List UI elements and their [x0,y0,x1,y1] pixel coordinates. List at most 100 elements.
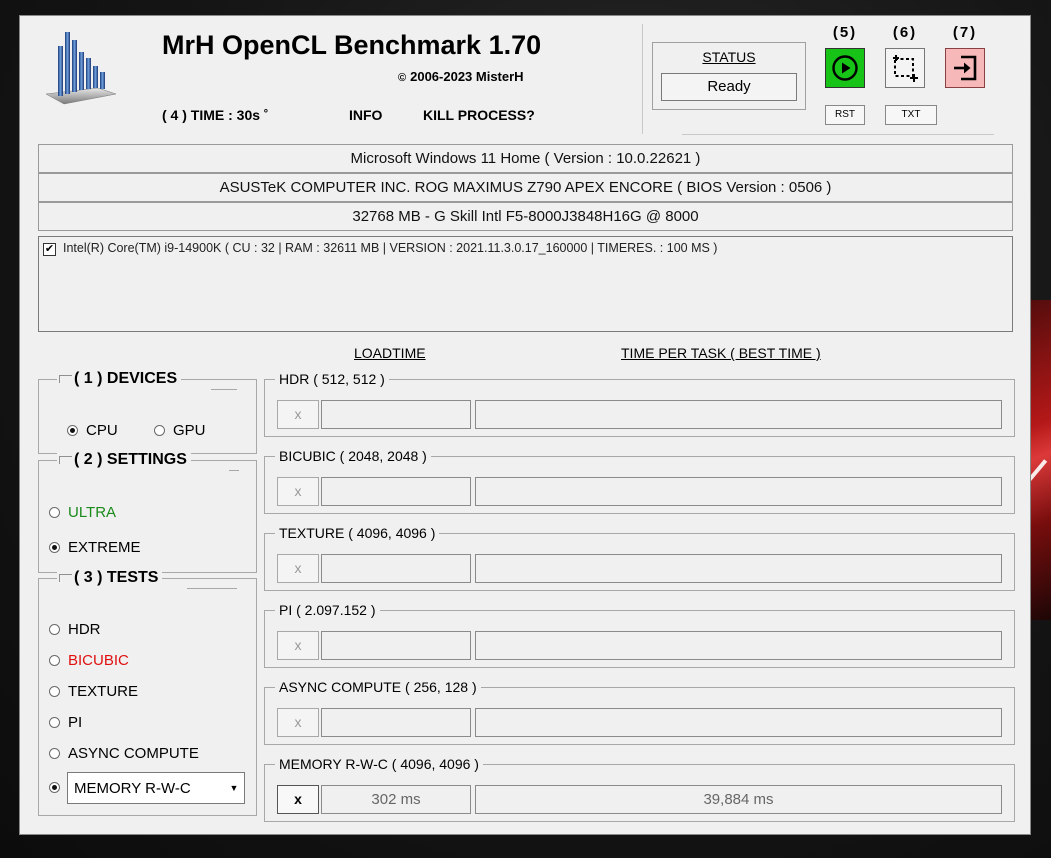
result-run-button[interactable]: x [277,477,319,506]
radio-dot [49,655,60,666]
result-run-button[interactable]: x [277,785,319,814]
chevron-down-icon: ▼ [229,783,239,793]
test-bicubic-label: BICUBIC [68,652,129,669]
setting-ultra-label: ULTRA [68,504,117,521]
result-pi: PI ( 2.097.152 ) x [264,602,1015,668]
result-time [475,400,1002,429]
result-title-line [405,379,1003,380]
result-title: TEXTURE ( 4096, 4096 ) [275,525,440,541]
test-radio-hdr[interactable]: HDR [49,621,101,638]
result-loadtime [321,708,471,737]
screenshot-shortcut-number: (6) [892,24,918,41]
time-menu[interactable]: ( 4 ) TIME : 30s ˚ [162,107,269,123]
devices-title: ( 1 ) DEVICES [57,370,182,388]
copyright-icon: © [398,72,407,84]
header-divider [682,134,994,135]
result-loadtime [321,400,471,429]
result-title-line [453,456,1003,457]
status-panel: STATUS Ready [652,42,806,110]
tests-title: ( 3 ) TESTS [57,569,163,587]
radio-dot [49,507,60,518]
test-select-value: MEMORY R-W-C [74,779,191,797]
result-time: 39,884 ms [475,785,1002,814]
test-texture-label: TEXTURE [68,683,139,700]
info-menu[interactable]: INFO [349,107,382,123]
export-txt-button[interactable]: TXT [885,105,937,125]
result-time [475,477,1002,506]
test-radio-texture[interactable]: TEXTURE [49,683,138,700]
benchmark-logo-icon [46,32,116,105]
time-per-task-header: TIME PER TASK ( BEST TIME ) [621,345,821,361]
test-radio-pi[interactable]: PI [49,714,82,731]
memory-info: 32768 MB - G Skill Intl F5-8000J3848H16G… [38,202,1013,231]
os-info: Microsoft Windows 11 Home ( Version : 10… [38,144,1013,173]
result-loadtime [321,477,471,506]
result-memory-rwc: MEMORY R-W-C ( 4096, 4096 ) x 302 ms 39,… [264,756,1015,822]
tests-group: ( 3 ) TESTS HDR BICUBIC TEXTURE PI ASYNC… [38,569,257,816]
exit-button[interactable] [945,48,985,88]
copyright-text: © 2006-2023 MisterH [398,69,524,84]
test-radio-bicubic[interactable]: BICUBIC [49,652,129,669]
result-texture: TEXTURE ( 4096, 4096 ) x [264,525,1015,591]
result-title: BICUBIC ( 2048, 2048 ) [275,448,431,464]
device-checkbox[interactable]: ✔ [43,243,56,256]
radio-dot [49,748,60,759]
result-title-line [399,610,1003,611]
run-shortcut-number: (5) [832,24,858,41]
play-icon [832,55,858,81]
app-title: MrH OpenCL Benchmark 1.70 [162,30,542,60]
device-radio-cpu[interactable]: CPU [67,422,118,439]
header-separator [642,24,643,134]
result-loadtime [321,554,471,583]
radio-dot [49,717,60,728]
result-loadtime [321,631,471,660]
radio-dot [49,624,60,635]
result-run-button[interactable]: x [277,400,319,429]
kill-process-menu[interactable]: KILL PROCESS? [423,107,535,123]
setting-extreme-label: EXTREME [68,539,141,556]
result-title: ASYNC COMPUTE ( 256, 128 ) [275,679,481,695]
exit-icon [954,55,977,81]
test-pi-label: PI [68,714,83,731]
result-time [475,708,1002,737]
result-title: PI ( 2.097.152 ) [275,602,380,618]
result-async-compute: ASYNC COMPUTE ( 256, 128 ) x [264,679,1015,745]
opencl-device-list: ✔ Intel(R) Core(TM) i9-14900K ( CU : 32 … [38,236,1013,332]
result-run-button[interactable]: x [277,708,319,737]
result-time [475,554,1002,583]
test-select-combo[interactable]: MEMORY R-W-C ▼ [67,772,245,804]
setting-radio-ultra[interactable]: ULTRA [49,504,116,521]
result-bicubic: BICUBIC ( 2048, 2048 ) x [264,448,1015,514]
main-window: MrH OpenCL Benchmark 1.70 © 2006-2023 Mis… [19,15,1031,835]
devices-group: ( 1 ) DEVICES CPU GPU [38,370,257,454]
reset-button[interactable]: RST [825,105,865,125]
status-label: STATUS [702,49,756,65]
settings-title-line [229,470,239,471]
test-radio-memory[interactable] [49,782,68,793]
setting-radio-extreme[interactable]: EXTREME [49,539,141,556]
device-radio-gpu[interactable]: GPU [154,422,206,439]
test-hdr-label: HDR [68,621,101,638]
device-cpu-label: CPU [86,422,118,439]
test-radio-async-compute[interactable]: ASYNC COMPUTE [49,745,199,762]
device-label: Intel(R) Core(TM) i9-14900K ( CU : 32 | … [63,241,718,255]
radio-dot [49,782,60,793]
radio-dot [154,425,165,436]
status-value: Ready [661,73,797,101]
result-title-line [467,533,1003,534]
screenshot-button[interactable] [885,48,925,88]
exit-shortcut-number: (7) [952,24,978,41]
result-title-line [523,764,1003,765]
radio-dot [67,425,78,436]
loadtime-header: LOADTIME [354,345,426,361]
result-title: MEMORY R-W-C ( 4096, 4096 ) [275,756,483,772]
devices-title-line [211,389,237,390]
run-button[interactable] [825,48,865,88]
result-run-button[interactable]: x [277,631,319,660]
result-run-button[interactable]: x [277,554,319,583]
result-title-line [513,687,1003,688]
radio-dot [49,542,60,553]
test-async-label: ASYNC COMPUTE [68,745,199,762]
radio-dot [49,686,60,697]
board-info: ASUSTeK COMPUTER INC. ROG MAXIMUS Z790 A… [38,173,1013,202]
